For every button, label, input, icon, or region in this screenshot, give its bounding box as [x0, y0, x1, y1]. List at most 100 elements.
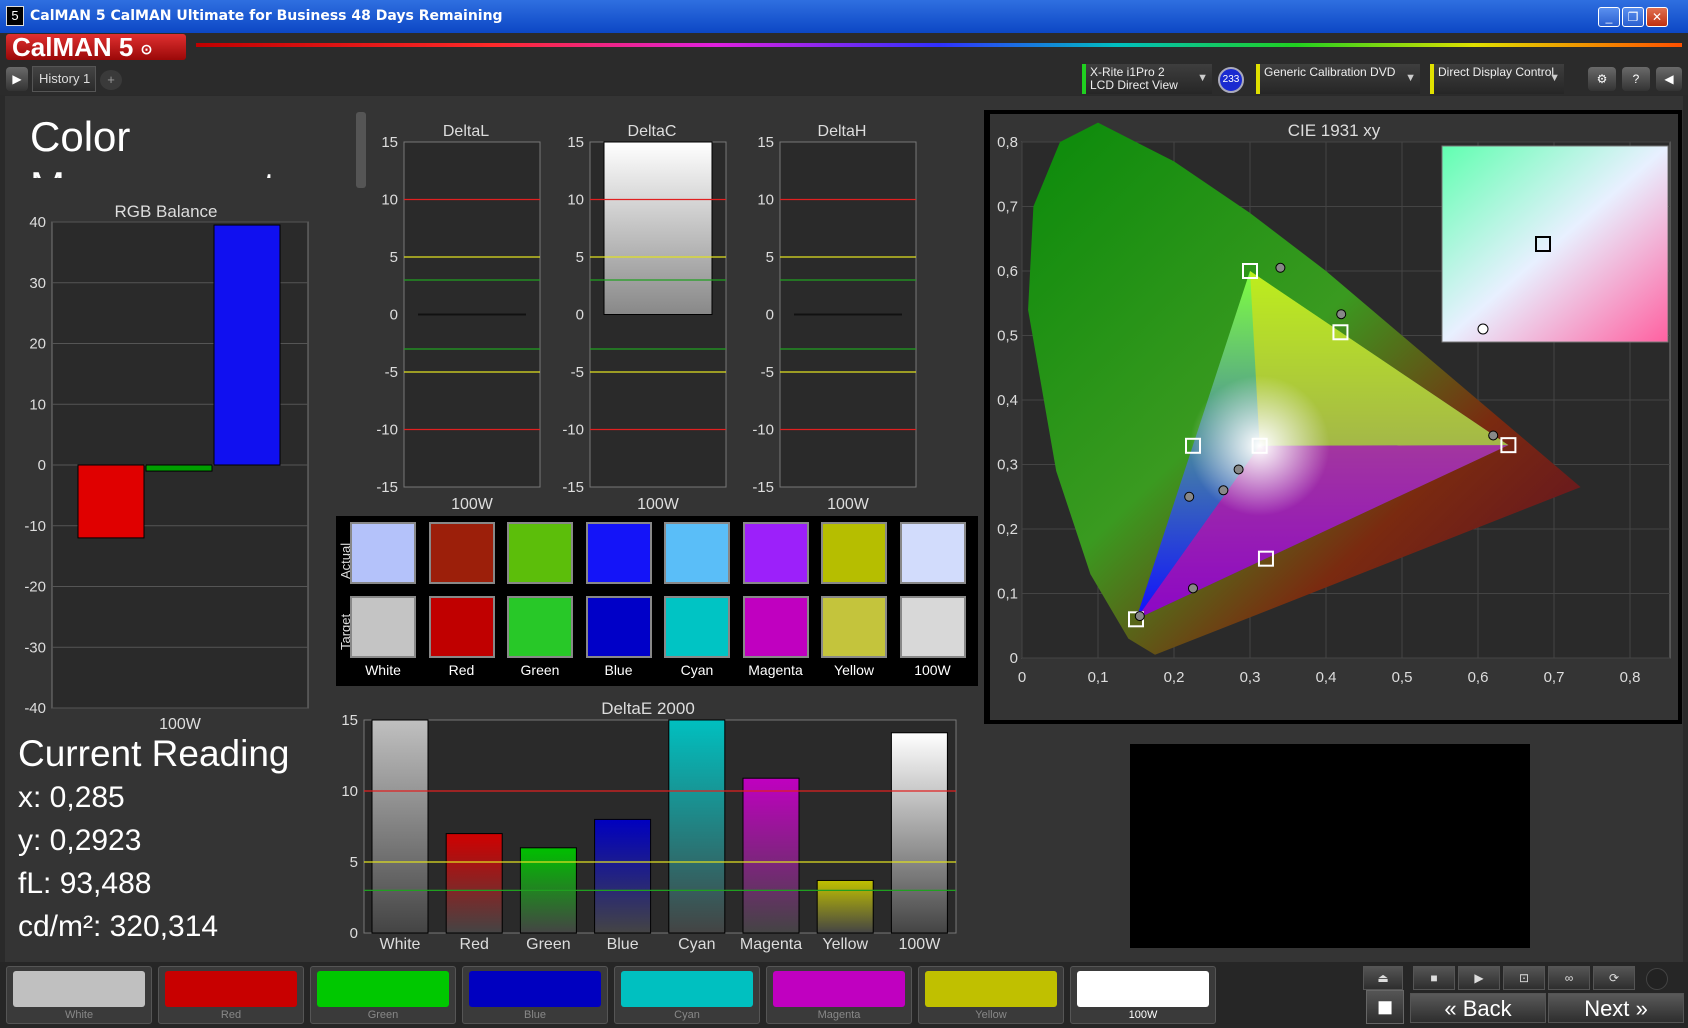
y-tick-label: 10	[567, 192, 584, 209]
delta-charts: DeltaL 15 10 5 0 -5 -10 -15 100W DeltaC 15 10 5 0 -5 -1…	[376, 123, 917, 513]
minimize-icon[interactable]: _	[1598, 7, 1620, 27]
chevron-down-icon: ▼	[1549, 72, 1560, 84]
target-swatch	[664, 596, 730, 658]
swatch-label: 100W	[914, 662, 951, 678]
measure-icon[interactable]: ⊡	[1503, 966, 1545, 990]
display-selector[interactable]: Direct Display Control ▼	[1430, 64, 1564, 94]
actual-marker	[1488, 430, 1499, 441]
x-tick-label: Cyan	[678, 936, 715, 953]
tile-swatch	[925, 971, 1057, 1007]
reading-y: y: 0,2923	[18, 824, 142, 857]
stop-icon[interactable]: ■	[1413, 966, 1455, 990]
x-tick-label: White	[380, 936, 421, 953]
help-icon[interactable]: ?	[1622, 67, 1650, 91]
add-tab-button[interactable]: +	[100, 70, 122, 90]
gear-icon[interactable]: ⚙	[1588, 67, 1616, 91]
play-icon[interactable]: ▶	[1458, 966, 1500, 990]
page-title-line1: Color	[30, 113, 131, 160]
y-tick-label: -5	[761, 364, 774, 381]
x-tick-label: 0,5	[1392, 669, 1413, 686]
tile-label: Red	[220, 1009, 242, 1021]
y-tick-label: 0,5	[997, 328, 1018, 345]
refresh-icon[interactable]: ⟳	[1593, 966, 1635, 990]
rgb-bar	[213, 224, 281, 466]
x-tick-label: 0,7	[1544, 669, 1565, 686]
chevron-down-icon: ▼	[1405, 72, 1416, 84]
actual-swatch	[821, 522, 887, 584]
page-title-line2: Management	[30, 162, 275, 178]
window-titlebar: CalMAN 5 CalMAN Ultimate for Business 48…	[0, 0, 1688, 33]
x-tick-label: Yellow	[822, 936, 868, 953]
y-tick-label: 0	[38, 457, 46, 474]
y-tick-label: 0,3	[997, 457, 1018, 474]
target-swatch	[507, 596, 573, 658]
pattern-tile-white[interactable]: White	[6, 966, 152, 1024]
y-tick-label: 5	[576, 249, 584, 266]
tab-history-1[interactable]: History 1	[32, 66, 96, 92]
actual-marker	[1218, 485, 1229, 496]
y-tick-label: -5	[385, 364, 398, 381]
calman-logo-button[interactable]: CalMAN 5 ⊙	[6, 34, 186, 60]
tile-label: Yellow	[975, 1009, 1007, 1021]
deltae-bar	[890, 732, 948, 934]
y-tick-label: 5	[390, 249, 398, 266]
y-tick-label: 30	[29, 275, 46, 292]
y-tick-label: 20	[29, 336, 46, 353]
next-button[interactable]: Next »	[1548, 993, 1684, 1023]
swatch-grid: White Red Green Blue Cyan Magenta Yellow 100W	[350, 520, 976, 686]
y-tick-label: 0,7	[997, 199, 1018, 216]
play-icon[interactable]: ▶	[6, 67, 28, 91]
y-tick-label: 0,1	[997, 586, 1018, 603]
source-selector[interactable]: Generic Calibration DVD ▼	[1256, 64, 1420, 94]
rgb-balance-xlabel: 100W	[159, 716, 202, 733]
delta-chart-title: DeltaC	[628, 123, 677, 140]
tile-swatch	[1077, 971, 1209, 1007]
delta-xlabel: 100W	[451, 496, 494, 513]
y-tick-label: 0	[390, 307, 398, 324]
actual-swatch	[899, 522, 966, 584]
tile-label: Cyan	[674, 1009, 700, 1021]
delta-xlabel: 100W	[637, 496, 680, 513]
actual-marker	[1233, 464, 1244, 475]
logo-text: CalMAN 5	[12, 32, 134, 62]
y-tick-label: 15	[381, 134, 398, 151]
target-swatch	[899, 596, 966, 658]
pattern-tile-green[interactable]: Green	[310, 966, 456, 1024]
meter-selector[interactable]: X-Rite i1Pro 2 LCD Direct View ▼	[1082, 64, 1212, 94]
pattern-tile-cyan[interactable]: Cyan	[614, 966, 760, 1024]
meter-badge[interactable]: 233	[1218, 67, 1244, 93]
pattern-tile-yellow[interactable]: Yellow	[918, 966, 1064, 1024]
close-icon[interactable]: ✕	[1646, 7, 1668, 27]
stop-square-icon[interactable]: ◼	[1366, 990, 1404, 1024]
tile-label: 100W	[1128, 1009, 1158, 1021]
record-icon[interactable]: ⏏	[1363, 966, 1403, 990]
tile-swatch	[165, 971, 297, 1007]
video-preview	[1130, 744, 1530, 948]
actual-swatch	[507, 522, 573, 584]
collapse-icon[interactable]: ◀	[1656, 67, 1682, 91]
back-button[interactable]: « Back	[1410, 993, 1546, 1023]
page-title: Color Management	[30, 112, 275, 178]
scrollbar[interactable]	[356, 112, 366, 188]
actual-marker	[1336, 309, 1347, 320]
rgb-bar	[77, 464, 145, 539]
white-glow	[1189, 375, 1330, 516]
pattern-tile-blue[interactable]: Blue	[462, 966, 608, 1024]
actual-swatch	[350, 522, 416, 584]
pattern-tile-100w[interactable]: 100W	[1070, 966, 1216, 1024]
swatch-label: Blue	[604, 662, 633, 678]
y-tick-label: 10	[757, 192, 774, 209]
y-tick-label: 5	[766, 249, 774, 266]
restore-icon[interactable]: ❐	[1622, 7, 1644, 27]
loop-icon[interactable]: ∞	[1548, 966, 1590, 990]
window-title: CalMAN 5 CalMAN Ultimate for Business 48…	[30, 8, 503, 24]
y-tick-label: 0,2	[997, 521, 1018, 538]
current-reading: Current Reading x: 0,285 y: 0,2923 fL: 9…	[18, 732, 338, 948]
pattern-tile-magenta[interactable]: Magenta	[766, 966, 912, 1024]
y-tick-label: 10	[381, 192, 398, 209]
x-tick-label: Red	[460, 936, 489, 953]
chevron-down-icon: ▼	[1197, 72, 1208, 84]
next-arrow-icon: »	[1635, 996, 1648, 1021]
deltae-bar	[816, 879, 874, 934]
pattern-tile-red[interactable]: Red	[158, 966, 304, 1024]
